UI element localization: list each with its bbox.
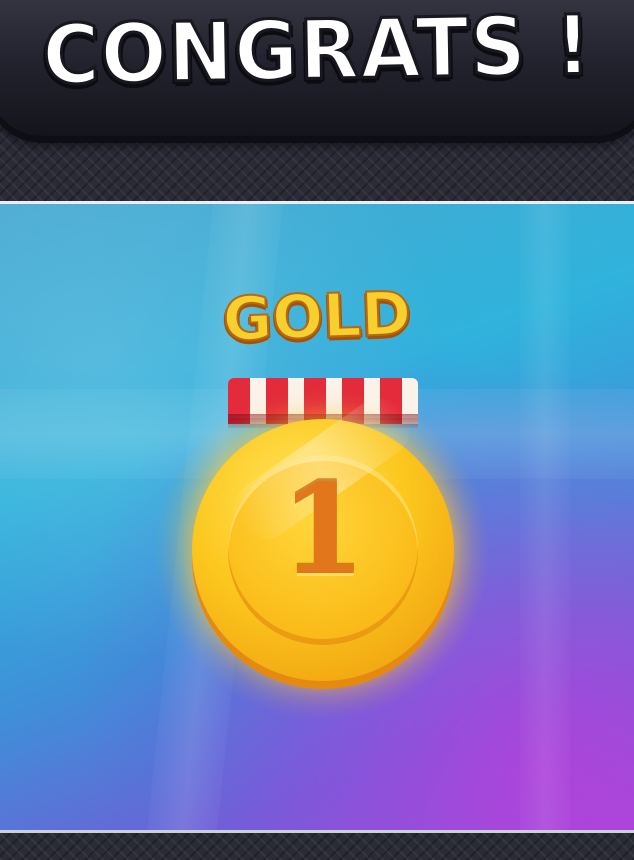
gold-medal-icon: 1 bbox=[192, 387, 454, 681]
reward-panel: GOLD 1 bbox=[0, 201, 634, 833]
congrats-title: CONGRATS ! bbox=[40, 0, 594, 105]
congrats-screen: CONGRATS ! GOLD 1 bbox=[0, 0, 634, 860]
medal-number: 1 bbox=[279, 458, 367, 603]
